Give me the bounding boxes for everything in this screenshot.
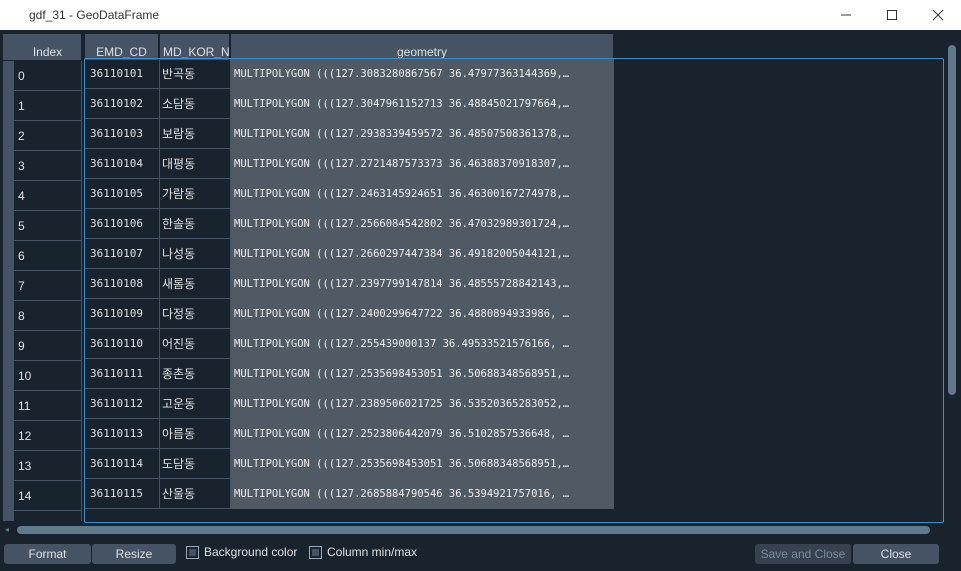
format-button[interactable]: Format [4, 544, 91, 564]
cell-emd-kor-nm[interactable]: 도담동 [160, 449, 231, 479]
cell-emd-kor-nm[interactable]: 고운동 [160, 389, 231, 419]
column-minmax-label: Column min/max [327, 545, 418, 559]
row-index[interactable]: 6 [14, 241, 82, 271]
cell-geometry[interactable]: MULTIPOLYGON (((127.2566084542802 36.470… [231, 209, 614, 239]
cell-emd-cd[interactable]: 36110102 [85, 89, 160, 119]
cell-emd-kor-nm[interactable]: 종촌동 [160, 359, 231, 389]
cell-emd-cd[interactable]: 36110114 [85, 449, 160, 479]
cell-geometry[interactable]: MULTIPOLYGON (((127.255439000137 36.4953… [231, 329, 614, 359]
data-grid[interactable]: 36110101 반곡동 MULTIPOLYGON (((127.308328086… [84, 58, 944, 523]
cell-emd-cd[interactable]: 36110101 [85, 59, 160, 89]
background-color-label: Background color [204, 545, 298, 559]
cell-emd-kor-nm[interactable]: 어진동 [160, 329, 231, 359]
bottom-toolbar: Format Resize Background color Column mi… [0, 540, 961, 571]
cell-emd-kor-nm[interactable]: 한솔동 [160, 209, 231, 239]
cell-geometry[interactable]: MULTIPOLYGON (((127.2400299647722 36.488… [231, 299, 614, 329]
header-emd-kor-nm[interactable]: MD_KOR_NI [160, 34, 230, 60]
row-index[interactable]: 12 [14, 421, 82, 451]
header-index-label: Index [32, 45, 63, 59]
header-geometry-label: geometry [396, 45, 448, 59]
column-minmax-checkbox-box[interactable] [309, 545, 322, 559]
header-emd-cd-label: EMD_CD [96, 45, 147, 59]
cell-emd-cd[interactable]: 36110112 [85, 389, 160, 419]
cell-emd-cd[interactable]: 36110105 [85, 179, 160, 209]
row-index[interactable]: 8 [14, 301, 82, 331]
title-bar: gdf_31 - GeoDataFrame [0, 0, 961, 30]
background-color-checkbox-box[interactable] [186, 545, 199, 559]
cell-geometry[interactable]: MULTIPOLYGON (((127.2721487573373 36.463… [231, 149, 614, 179]
maximize-button[interactable] [869, 0, 915, 30]
row-index[interactable]: 1 [14, 91, 82, 121]
table-corner [3, 34, 14, 60]
cell-geometry[interactable]: MULTIPOLYGON (((127.3047961152713 36.488… [231, 89, 614, 119]
row-header-strip [3, 61, 14, 521]
cell-geometry[interactable]: MULTIPOLYGON (((127.2685884790546 36.539… [231, 479, 614, 509]
dataframe-table: Index EMD_CD MD_KOR_NI geometry 01234567… [0, 31, 961, 523]
maximize-icon [887, 10, 897, 20]
row-index[interactable]: 3 [14, 151, 82, 181]
cell-emd-kor-nm[interactable]: 산울동 [160, 479, 231, 509]
cell-emd-kor-nm[interactable]: 다정동 [160, 299, 231, 329]
cell-emd-kor-nm[interactable]: 대평동 [160, 149, 231, 179]
row-index[interactable]: 10 [14, 361, 82, 391]
cell-geometry[interactable]: MULTIPOLYGON (((127.2535698453051 36.506… [231, 359, 614, 389]
row-index[interactable]: 2 [14, 121, 82, 151]
row-index[interactable]: 13 [14, 451, 82, 481]
cell-emd-cd[interactable]: 36110113 [85, 419, 160, 449]
cell-geometry[interactable]: MULTIPOLYGON (((127.3083280867567 36.479… [231, 59, 614, 89]
cell-emd-kor-nm[interactable]: 보람동 [160, 119, 231, 149]
save-and-close-button[interactable]: Save and Close [755, 544, 851, 564]
cell-emd-kor-nm[interactable]: 아름동 [160, 419, 231, 449]
row-index[interactable]: 4 [14, 181, 82, 211]
row-index[interactable]: 7 [14, 271, 82, 301]
row-index[interactable]: 9 [14, 331, 82, 361]
cell-emd-cd[interactable]: 36110110 [85, 329, 160, 359]
minimize-icon [841, 14, 851, 16]
cell-emd-cd[interactable]: 36110111 [85, 359, 160, 389]
horizontal-scrollbar-thumb[interactable] [17, 526, 930, 534]
row-index[interactable]: 5 [14, 211, 82, 241]
header-emd-cd[interactable]: EMD_CD [85, 34, 159, 60]
vertical-scrollbar[interactable] [945, 31, 959, 523]
cell-geometry[interactable]: MULTIPOLYGON (((127.2397799147814 36.485… [231, 269, 614, 299]
scroll-left-arrow-icon[interactable]: ◂ [5, 525, 13, 535]
cell-emd-cd[interactable]: 36110109 [85, 299, 160, 329]
row-index[interactable]: 0 [14, 61, 82, 91]
cell-emd-cd[interactable]: 36110115 [85, 479, 160, 509]
row-index[interactable]: 14 [14, 481, 82, 511]
cell-geometry[interactable]: MULTIPOLYGON (((127.2523806442079 36.510… [231, 419, 614, 449]
close-button[interactable]: Close [853, 544, 939, 564]
close-icon [932, 9, 944, 21]
vertical-scrollbar-thumb[interactable] [948, 45, 956, 395]
resize-button[interactable]: Resize [92, 544, 176, 564]
row-index[interactable]: 11 [14, 391, 82, 421]
cell-geometry[interactable]: MULTIPOLYGON (((127.2535698453051 36.506… [231, 449, 614, 479]
cell-emd-cd[interactable]: 36110106 [85, 209, 160, 239]
cell-geometry[interactable]: MULTIPOLYGON (((127.2463145924651 36.463… [231, 179, 614, 209]
cell-emd-cd[interactable]: 36110103 [85, 119, 160, 149]
cell-emd-cd[interactable]: 36110108 [85, 269, 160, 299]
cell-emd-kor-nm[interactable]: 나성동 [160, 239, 231, 269]
header-geometry[interactable]: geometry [231, 34, 614, 60]
cell-emd-kor-nm[interactable]: 소담동 [160, 89, 231, 119]
background-color-checkbox[interactable]: Background color [186, 545, 297, 559]
cell-geometry[interactable]: MULTIPOLYGON (((127.2389506021725 36.535… [231, 389, 614, 419]
horizontal-scrollbar[interactable]: ◂ [3, 523, 943, 537]
header-emd-kor-nm-label: MD_KOR_NI [163, 45, 230, 59]
minimize-button[interactable] [823, 0, 869, 30]
cell-emd-kor-nm[interactable]: 가람동 [160, 179, 231, 209]
cell-emd-cd[interactable]: 36110107 [85, 239, 160, 269]
cell-geometry[interactable]: MULTIPOLYGON (((127.2938339459572 36.485… [231, 119, 614, 149]
close-window-button[interactable] [915, 0, 961, 30]
column-minmax-checkbox[interactable]: Column min/max [309, 545, 417, 559]
cell-emd-kor-nm[interactable]: 반곡동 [160, 59, 231, 89]
cell-geometry[interactable]: MULTIPOLYGON (((127.2660297447384 36.491… [231, 239, 614, 269]
cell-emd-cd[interactable]: 36110104 [85, 149, 160, 179]
header-index[interactable]: Index [14, 34, 82, 60]
cell-emd-kor-nm[interactable]: 새롬동 [160, 269, 231, 299]
window-title: gdf_31 - GeoDataFrame [29, 8, 160, 22]
